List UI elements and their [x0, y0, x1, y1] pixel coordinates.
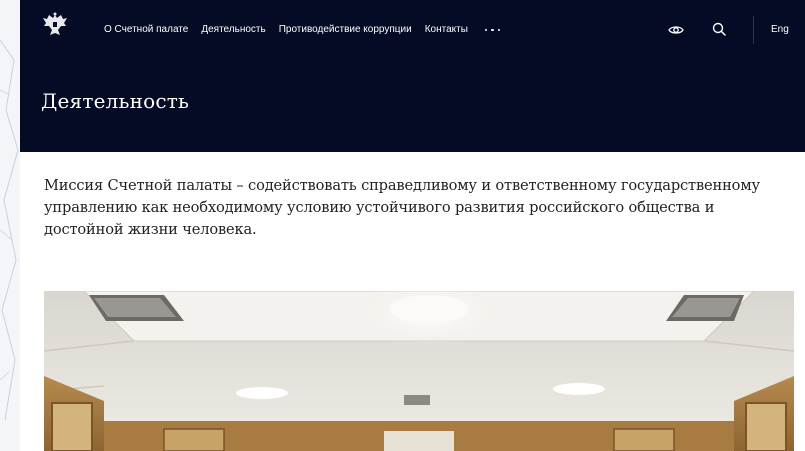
background-map-decoration	[0, 0, 20, 451]
mission-statement: Миссия Счетной палаты – содействовать сп…	[44, 177, 760, 238]
header-divider	[753, 16, 754, 44]
hero-hall-ceiling-image	[44, 291, 794, 451]
search-icon[interactable]	[712, 22, 726, 36]
nav-item-about[interactable]: О Счетной палате	[104, 23, 188, 37]
nav-item-anti-corruption[interactable]: Противодействие коррупции	[279, 23, 412, 37]
more-dots-icon[interactable]	[483, 27, 503, 34]
site-header: О Счетной палате Деятельность Противодей…	[20, 0, 805, 152]
nav-item-contacts[interactable]: Контакты	[425, 23, 468, 37]
top-navigation-bar: О Счетной палате Деятельность Противодей…	[20, 0, 805, 62]
nav-item-activity[interactable]: Деятельность	[201, 23, 265, 37]
language-switch[interactable]: Eng	[771, 23, 789, 37]
main-navigation: О Счетной палате Деятельность Противодей…	[104, 23, 502, 37]
eye-icon[interactable]	[668, 23, 684, 37]
page-title: Деятельность	[41, 89, 190, 113]
double-headed-eagle-logo-icon[interactable]	[42, 12, 68, 40]
